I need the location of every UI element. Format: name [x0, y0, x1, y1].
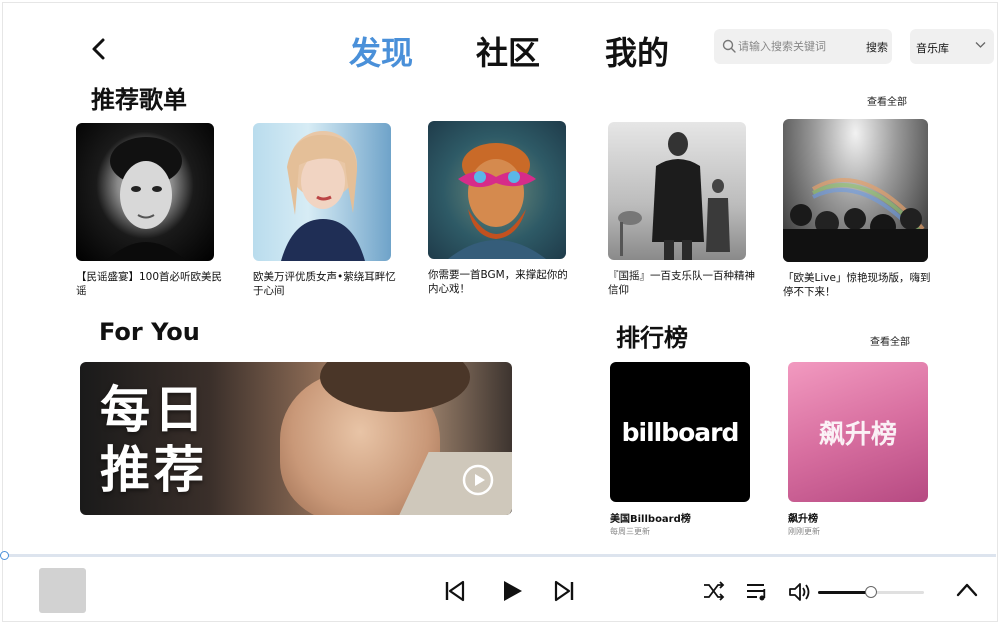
playlist-cover[interactable] [76, 123, 214, 261]
chart-update-time: 每周三更新 [610, 527, 650, 536]
now-playing-cover[interactable] [39, 568, 86, 613]
rising-chart-cover-text: 飙升榜 [818, 419, 897, 450]
song-progress-bar[interactable] [6, 554, 996, 557]
back-arrow-icon[interactable] [88, 34, 112, 64]
search-button[interactable]: 搜索 [866, 39, 888, 55]
search-input[interactable] [738, 33, 868, 60]
recommended-title: 推荐歌单 [91, 86, 187, 114]
playlist-caption: 「欧美Live」惊艳现场版，嗨到停不下来！ [783, 272, 931, 298]
playlist-cover[interactable] [608, 122, 746, 260]
volume-level [818, 591, 871, 594]
band-photo-image [618, 132, 730, 260]
chart-update-time: 刚刚更新 [788, 527, 820, 536]
play-icon[interactable] [500, 579, 524, 603]
portrait-image [106, 137, 186, 261]
charts-title: 排行榜 [616, 324, 688, 352]
playlist-card[interactable]: 欧美万评优质女声•萦绕耳畔忆于心间 [253, 123, 403, 298]
chart-card[interactable]: billboard 美国Billboard榜 每周三更新 [610, 362, 750, 537]
billboard-cover[interactable]: billboard [610, 362, 750, 502]
playlist-card[interactable]: 【民谣盛宴】100首必听欧美民谣 [76, 123, 226, 298]
shuffle-icon[interactable] [703, 581, 725, 601]
playlist-queue-icon[interactable] [745, 581, 769, 603]
tab-mine[interactable]: 我的 [605, 28, 669, 74]
search-icon [722, 39, 736, 53]
playlist-cover[interactable] [428, 121, 566, 259]
next-track-icon[interactable] [552, 579, 576, 603]
portrait-image [281, 131, 365, 261]
playlist-caption: 【民谣盛宴】100首必听欧美民谣 [76, 271, 223, 297]
chart-card[interactable]: 飙升榜 飙升榜 刚刚更新 [788, 362, 928, 537]
rising-chart-cover[interactable]: 飙升榜 [788, 362, 928, 502]
concert-crowd-image [783, 178, 928, 262]
tab-community[interactable]: 社区 [476, 28, 540, 74]
foryou-title: For You [99, 318, 200, 346]
playlist-cover[interactable] [783, 119, 928, 262]
see-all-charts-link[interactable]: 查看全部 [870, 333, 910, 348]
see-all-playlists-link[interactable]: 查看全部 [867, 93, 907, 108]
painting-image [448, 143, 546, 259]
chevron-up-icon[interactable] [956, 582, 978, 598]
chevron-down-icon [975, 42, 986, 48]
volume-handle[interactable] [865, 586, 877, 598]
search-box: 搜索 [714, 29, 892, 64]
tab-discover[interactable]: 发现 [349, 28, 413, 74]
volume-icon[interactable] [788, 581, 812, 603]
chart-name: 飙升榜 [788, 514, 818, 525]
playlist-caption: 『国摇』一百支乐队一百种精神信仰 [608, 270, 755, 296]
progress-handle[interactable] [0, 551, 9, 560]
playlist-card[interactable]: 你需要一首BGM，来撑起你的内心戏！ [428, 121, 578, 296]
previous-track-icon[interactable] [443, 579, 467, 603]
volume-slider[interactable] [818, 586, 924, 598]
music-library-dropdown[interactable]: 音乐库 [910, 29, 994, 64]
play-circle-icon[interactable] [462, 464, 494, 496]
playlist-caption: 你需要一首BGM，来撑起你的内心戏！ [428, 269, 568, 295]
daily-recommend-text: 每日推荐 [100, 381, 208, 499]
playlist-cover[interactable] [253, 123, 391, 261]
playlist-card[interactable]: 『国摇』一百支乐队一百种精神信仰 [608, 122, 758, 297]
playlist-card[interactable]: 「欧美Live」惊艳现场版，嗨到停不下来！ [783, 119, 933, 299]
library-label: 音乐库 [916, 42, 949, 55]
playlist-caption: 欧美万评优质女声•萦绕耳畔忆于心间 [253, 271, 396, 297]
daily-recommend-banner[interactable]: 每日推荐 [80, 362, 512, 515]
chart-name: 美国Billboard榜 [610, 514, 691, 525]
billboard-logo-text: billboard [621, 417, 740, 447]
